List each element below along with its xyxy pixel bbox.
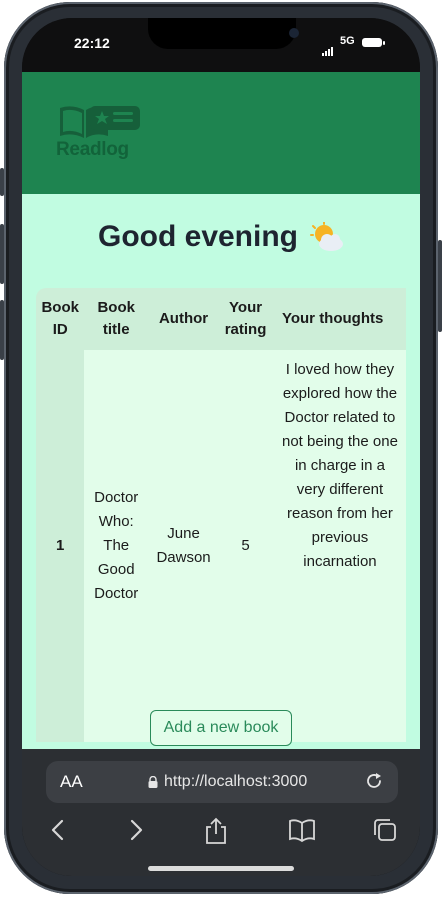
table-header-row: Book ID Book title Author Your rating Yo… — [36, 288, 406, 350]
main-content: Good evening Book ID Book title Author Y… — [22, 194, 420, 749]
bookmarks-icon[interactable] — [288, 817, 316, 843]
tabs-icon[interactable] — [372, 817, 398, 843]
camera-icon — [289, 28, 299, 38]
lock-icon — [148, 776, 158, 788]
app-header: Readlog — [22, 72, 420, 194]
home-indicator[interactable] — [148, 866, 294, 871]
status-bar: 22:12 5G — [22, 18, 420, 72]
volume-up-button — [0, 224, 4, 284]
column-header-book-title: Book title — [84, 288, 148, 350]
text-size-button[interactable]: AA — [60, 772, 83, 792]
thoughts-text: I loved how they explored how the Doctor… — [282, 361, 398, 570]
browser-nav-bar — [22, 817, 420, 857]
thoughts-cell: I loved how they explored how the Doctor… — [271, 350, 406, 742]
add-new-book-button[interactable]: Add a new book — [150, 710, 292, 746]
screen: 22:12 5G Readlog Good evening Book ID Bo… — [22, 18, 420, 876]
sun-behind-cloud-icon — [310, 222, 343, 251]
greeting-text: Good evening — [97, 220, 298, 253]
volume-down-button — [0, 300, 4, 360]
book-title-cell: Doctor Who: The Good Doctor — [84, 350, 148, 742]
address-bar[interactable]: AA http://localhost:3000 — [46, 761, 398, 803]
url-text: http://localhost:3000 — [164, 773, 308, 790]
greeting-heading: Good evening — [22, 220, 420, 254]
books-table: Book ID Book title Author Your rating Yo… — [36, 288, 406, 749]
browser-toolbar: AA http://localhost:3000 — [22, 749, 420, 876]
reload-icon[interactable] — [364, 771, 384, 791]
column-header-author: Author — [147, 288, 220, 350]
author-cell: June Dawson — [147, 350, 220, 742]
signal-icon — [322, 38, 334, 56]
mute-switch — [0, 168, 4, 196]
share-icon[interactable] — [204, 817, 228, 845]
book-id-cell: 1 — [36, 350, 85, 742]
column-header-your-thoughts: Your thoughts — [271, 288, 406, 350]
battery-icon — [362, 38, 385, 47]
forward-icon[interactable] — [126, 817, 146, 843]
column-header-your-rating: Your rating — [219, 288, 272, 350]
column-header-book-id: Book ID — [36, 288, 85, 350]
network-label: 5G — [340, 35, 355, 47]
power-button — [438, 240, 442, 332]
rating-cell: 5 — [219, 350, 272, 742]
table-row: 1 Doctor Who: The Good Doctor June Dawso… — [36, 350, 406, 742]
notch — [148, 18, 299, 49]
clock: 22:12 — [74, 35, 110, 51]
back-icon[interactable] — [48, 817, 68, 843]
logo-text: Readlog — [56, 139, 129, 160]
